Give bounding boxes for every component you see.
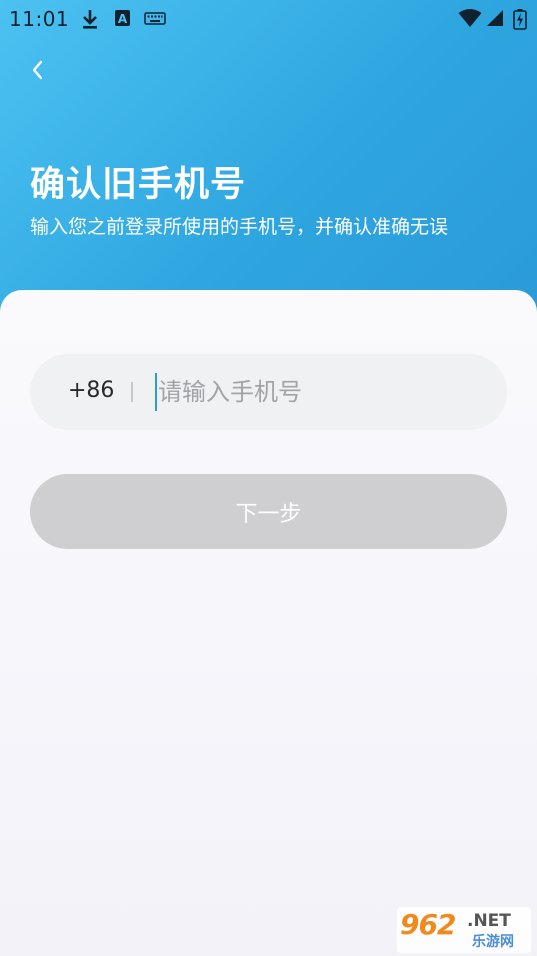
svg-text:A: A (118, 12, 128, 26)
watermark-site: 乐游网 (472, 934, 514, 950)
watermark-suffix: .NET (467, 911, 511, 931)
status-bar: 11:01 A (0, 0, 537, 36)
download-icon (83, 10, 97, 29)
country-code[interactable]: +86 (68, 378, 114, 403)
page-title: 确认旧手机号 (30, 165, 247, 205)
phone-input-row[interactable]: +86 (30, 354, 507, 430)
phone-input[interactable] (158, 372, 478, 412)
back-button[interactable] (24, 55, 54, 85)
status-time: 11:01 (9, 7, 70, 31)
keyboard-icon (144, 12, 166, 25)
watermark-number: 962 (400, 908, 456, 941)
page-subtitle: 输入您之前登录所使用的手机号，并确认准确无误 (30, 216, 449, 238)
watermark-logo: 962 .NET 乐游网 (397, 907, 531, 953)
battery-charging-icon (513, 9, 527, 30)
a-icon: A (115, 10, 130, 26)
text-cursor (155, 373, 157, 411)
signal-icon (487, 10, 503, 26)
wifi-icon (458, 9, 482, 27)
divider (131, 382, 133, 402)
next-button[interactable]: 下一步 (30, 474, 507, 549)
